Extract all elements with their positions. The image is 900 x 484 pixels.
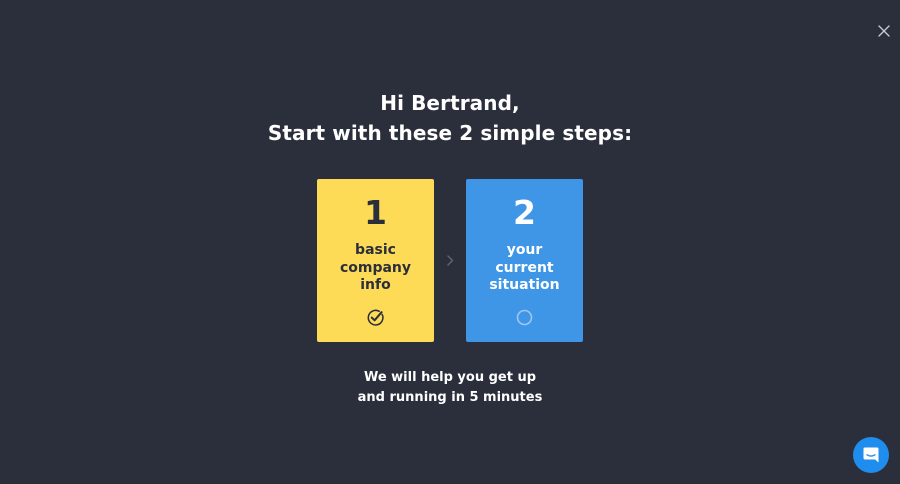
- step-card-basic-company-info[interactable]: 1 basic company info: [317, 179, 434, 342]
- step-card-your-current-situation[interactable]: 2 your current situation: [466, 179, 583, 342]
- step-label: basic company info: [317, 242, 434, 295]
- step-label-line: current: [495, 259, 554, 276]
- close-button[interactable]: [877, 24, 891, 38]
- step-label-line: situation: [489, 277, 560, 293]
- step-label: your current situation: [466, 242, 583, 295]
- step-label-line: info: [360, 277, 391, 293]
- help-text-line: and running in 5 minutes: [357, 390, 543, 405]
- step-number: 1: [364, 193, 387, 232]
- step-label-line: company: [339, 259, 412, 276]
- greeting-text: Hi Bertrand,: [380, 91, 520, 115]
- empty-circle-icon: [516, 309, 533, 326]
- welcome-heading: Hi Bertrand, Start with these 2 simple s…: [0, 88, 900, 148]
- help-text: We will help you get up and running in 5…: [0, 368, 900, 408]
- chat-icon: [863, 447, 879, 463]
- step-number: 2: [513, 193, 536, 232]
- step-label-line: basic: [355, 242, 396, 258]
- steps-intro-text: Start with these 2 simple steps:: [267, 121, 633, 145]
- step-label-line: your: [506, 242, 543, 258]
- chevron-right-icon: [446, 254, 454, 267]
- chat-button[interactable]: [853, 437, 889, 473]
- check-circle-icon: [367, 309, 384, 326]
- close-icon: [878, 25, 890, 37]
- help-text-line: We will help you get up: [363, 370, 537, 385]
